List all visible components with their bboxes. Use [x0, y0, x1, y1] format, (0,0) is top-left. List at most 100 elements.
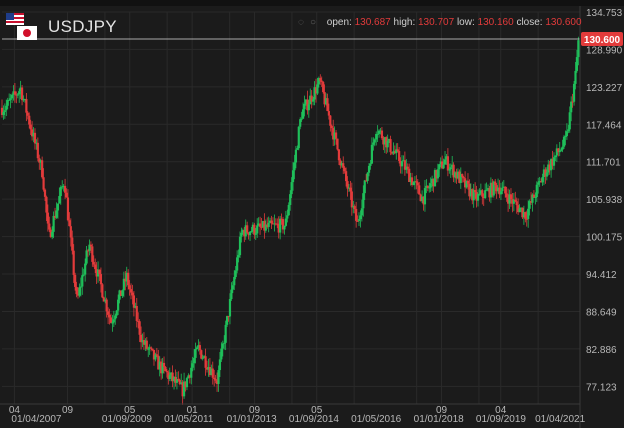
candle-body: [329, 115, 332, 126]
candle-body: [48, 223, 51, 230]
candle-body: [406, 166, 409, 169]
x-tick-label: 05: [311, 405, 323, 416]
candle-body: [299, 119, 302, 127]
x-tick-label: 04: [495, 405, 507, 416]
candle-body: [527, 208, 530, 219]
candle-body: [98, 269, 101, 275]
candle-body: [362, 193, 365, 209]
candle-body: [303, 103, 306, 110]
candle-body: [162, 362, 166, 367]
candle-body: [316, 84, 319, 94]
candle-body: [99, 274, 103, 285]
candle-body: [92, 261, 95, 265]
close-label: close:: [516, 17, 543, 28]
candle-body: [13, 91, 17, 95]
candle-body: [541, 177, 544, 183]
candle-body: [127, 272, 130, 286]
candle-body: [128, 285, 131, 290]
candle-body: [5, 105, 8, 111]
candlestick-chart[interactable]: 134.753 128.990 123.227 117.464 111.701 105.9…: [0, 0, 624, 428]
high-label: high:: [393, 17, 416, 28]
candle-body: [565, 131, 568, 137]
candle-body: [359, 215, 362, 220]
candle-body: [518, 208, 521, 213]
candle-body: [36, 142, 39, 159]
candle-body: [3, 110, 6, 112]
candle-body: [105, 299, 108, 312]
candle-body: [293, 162, 296, 171]
candle-body: [246, 225, 249, 233]
candle-body: [75, 286, 78, 295]
settings-icon[interactable]: ○: [310, 17, 316, 28]
candle-body: [373, 139, 376, 143]
candle-body: [562, 136, 566, 147]
candle-body: [72, 250, 75, 275]
candle-body: [291, 170, 295, 183]
candle-body: [65, 192, 68, 198]
candle-body: [234, 270, 237, 277]
candle-body: [51, 231, 54, 238]
candle-body: [221, 343, 224, 349]
candle-body: [131, 292, 134, 296]
candle-body: [41, 160, 44, 178]
candle-body: [423, 188, 427, 205]
candle-body: [412, 182, 415, 186]
candle-body: [564, 136, 567, 138]
candle-body: [121, 290, 124, 296]
candle-body: [270, 220, 273, 224]
open-label: open:: [326, 17, 352, 28]
candle-body: [367, 165, 371, 173]
candle-body: [449, 167, 452, 170]
y-tick-label: 128.990: [586, 45, 623, 56]
candle-body: [43, 189, 47, 197]
candle-body: [59, 186, 62, 197]
candle-body: [132, 295, 136, 308]
candle-body: [319, 78, 322, 81]
candle-body: [248, 231, 252, 236]
candle-body: [429, 183, 432, 188]
candle-body: [499, 191, 503, 195]
candle-body: [418, 185, 421, 195]
price-tag-value: 130.600: [584, 35, 621, 46]
candle-body: [286, 215, 289, 219]
candle-body: [537, 182, 540, 185]
candle-body: [177, 379, 180, 381]
candle-body: [350, 191, 353, 208]
candle-body: [218, 359, 222, 371]
candle-body: [254, 233, 257, 235]
candle-body: [71, 237, 74, 251]
candle-body: [193, 357, 196, 364]
candle-body: [515, 201, 518, 206]
candle-body: [568, 112, 571, 130]
candle-body: [20, 87, 24, 101]
candle-body: [238, 236, 242, 256]
candle-body: [481, 190, 484, 197]
candle-body: [58, 196, 61, 204]
candle-body: [484, 190, 487, 199]
candle-body: [398, 151, 401, 161]
candle-body: [554, 155, 557, 158]
candle-body: [366, 172, 369, 181]
candle-body: [330, 125, 333, 129]
y-tick-label: 88.649: [586, 307, 617, 318]
candle-body: [224, 324, 227, 343]
eye-icon[interactable]: ◌: [298, 17, 304, 28]
candle-body: [220, 348, 223, 360]
candle-body: [290, 182, 293, 195]
candle-body: [396, 149, 399, 152]
candle-body: [6, 100, 9, 106]
candle-body: [301, 109, 305, 119]
candle-body: [514, 199, 517, 202]
candle-body: [436, 169, 439, 179]
candle-body: [561, 146, 564, 150]
grid-lines: [2, 11, 580, 404]
x-tick-label: 01/04/2021: [535, 414, 585, 425]
candle-body: [360, 208, 363, 216]
candle-body: [28, 115, 31, 125]
candle-body: [155, 354, 158, 356]
x-axis: 0401/04/20070901/09/20090501/05/20110101…: [0, 403, 586, 425]
candle-body: [337, 149, 341, 161]
candle-body: [461, 174, 464, 178]
candle-body: [446, 156, 449, 171]
candle-body: [501, 187, 504, 192]
